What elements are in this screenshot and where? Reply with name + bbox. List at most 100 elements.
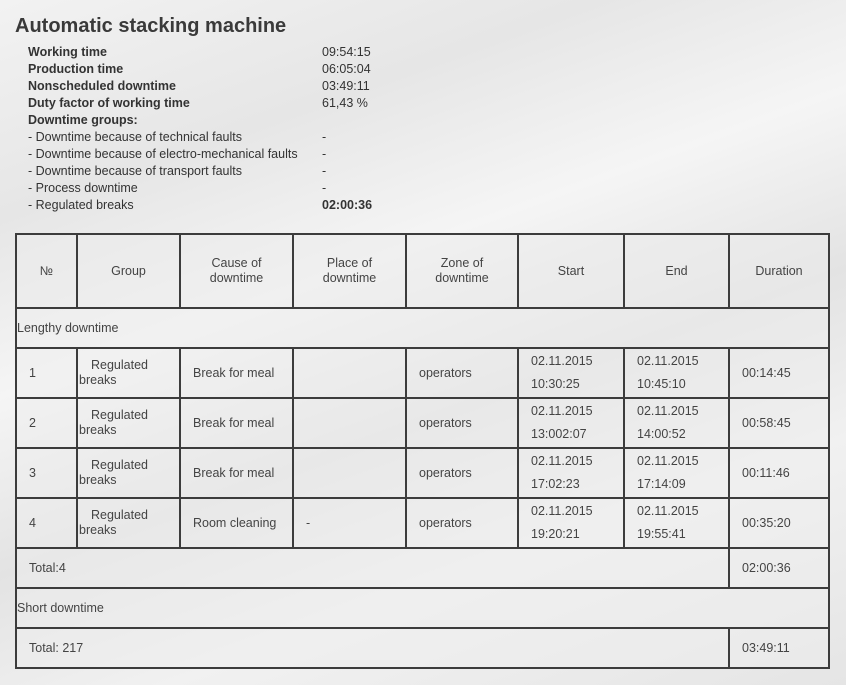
- end-date: 02.11.2015: [637, 504, 699, 518]
- table-header-row: № Group Cause of downtime Place of downt…: [15, 233, 830, 309]
- header-duration: Duration: [728, 233, 830, 309]
- header-number: №: [15, 233, 78, 309]
- start-date: 02.11.2015: [531, 404, 593, 418]
- start-time: 19:20:21: [531, 527, 580, 541]
- cell-place: [292, 347, 407, 399]
- group-line1: Regulated: [91, 358, 148, 372]
- group-value: -: [322, 130, 327, 144]
- header-end: End: [623, 233, 730, 309]
- header-zone-text: Zone of downtime: [435, 256, 489, 285]
- cell-cause: Break for meal: [179, 397, 294, 449]
- table-row: 2 Regulated breaks Break for meal operato…: [15, 397, 830, 449]
- group-value: -: [322, 181, 327, 195]
- cell-zone: operators: [405, 397, 519, 449]
- cell-zone: operators: [405, 447, 519, 499]
- header-place: Place of downtime: [292, 233, 407, 309]
- section-short-downtime: Short downtime: [15, 587, 830, 629]
- table-row: 1 Regulated breaks Break for meal operato…: [15, 347, 830, 399]
- group-label: - Regulated breaks: [28, 198, 134, 212]
- cell-group: Regulated breaks: [76, 347, 181, 399]
- cell-place: [292, 397, 407, 449]
- duty-factor-label: Duty factor of working time: [28, 96, 190, 110]
- lengthy-total-label: Total:4: [15, 547, 730, 589]
- downtime-table: № Group Cause of downtime Place of downt…: [15, 233, 830, 669]
- cell-group: Regulated breaks: [76, 447, 181, 499]
- group-line2: breaks: [79, 423, 117, 437]
- group-line1: Regulated: [91, 408, 148, 422]
- section-label: Short downtime: [15, 587, 830, 629]
- cell-duration: 00:11:46: [728, 447, 830, 499]
- short-total-row: Total: 217 03:49:11: [15, 627, 830, 669]
- table-row: 4 Regulated breaks Room cleaning - operat…: [15, 497, 830, 549]
- section-label: Lengthy downtime: [15, 307, 830, 349]
- group-line1: Regulated: [91, 508, 148, 522]
- cell-end: 02.11.2015 17:14:09: [623, 447, 730, 499]
- table-row: 3 Regulated breaks Break for meal operato…: [15, 447, 830, 499]
- cell-group: Regulated breaks: [76, 397, 181, 449]
- cell-number: 2: [15, 397, 78, 449]
- end-time: 10:45:10: [637, 377, 686, 391]
- group-line2: breaks: [79, 473, 117, 487]
- header-zone: Zone of downtime: [405, 233, 519, 309]
- section-lengthy-downtime: Lengthy downtime: [15, 307, 830, 349]
- header-start: Start: [517, 233, 625, 309]
- end-time: 14:00:52: [637, 427, 686, 441]
- cell-zone: operators: [405, 347, 519, 399]
- group-value: -: [322, 164, 327, 178]
- short-total-value: 03:49:11: [728, 627, 830, 669]
- header-place-text: Place of downtime: [322, 256, 377, 285]
- cell-duration: 00:14:45: [728, 347, 830, 399]
- header-cause: Cause of downtime: [179, 233, 294, 309]
- cell-cause: Room cleaning: [179, 497, 294, 549]
- group-value: 02:00:36: [322, 198, 373, 212]
- start-date: 02.11.2015: [531, 354, 593, 368]
- end-date: 02.11.2015: [637, 454, 699, 468]
- lengthy-total-value: 02:00:36: [728, 547, 830, 589]
- cell-start: 02.11.2015 17:02:23: [517, 447, 625, 499]
- working-time-value: 09:54:15: [322, 45, 371, 59]
- cell-duration: 00:35:20: [728, 497, 830, 549]
- cell-number: 4: [15, 497, 78, 549]
- cell-end: 02.11.2015 19:55:41: [623, 497, 730, 549]
- nonscheduled-value: 03:49:11: [322, 79, 370, 93]
- end-time: 17:14:09: [637, 477, 686, 491]
- short-total-label: Total: 217: [15, 627, 730, 669]
- start-time: 17:02:23: [531, 477, 580, 491]
- start-time: 13:002:07: [531, 427, 587, 441]
- start-date: 02.11.2015: [531, 454, 593, 468]
- cell-group: Regulated breaks: [76, 497, 181, 549]
- nonscheduled-label: Nonscheduled downtime: [28, 79, 176, 93]
- start-date: 02.11.2015: [531, 504, 593, 518]
- downtime-groups-label: Downtime groups:: [28, 113, 138, 127]
- group-label: - Downtime because of electro-mechanical…: [28, 147, 298, 161]
- end-date: 02.11.2015: [637, 404, 699, 418]
- cell-zone: operators: [405, 497, 519, 549]
- end-date: 02.11.2015: [637, 354, 699, 368]
- cell-start: 02.11.2015 19:20:21: [517, 497, 625, 549]
- group-line1: Regulated: [91, 458, 148, 472]
- header-group: Group: [76, 233, 181, 309]
- cell-start: 02.11.2015 13:002:07: [517, 397, 625, 449]
- end-time: 19:55:41: [637, 527, 686, 541]
- production-time-label: Production time: [28, 62, 124, 76]
- page-title: Automatic stacking machine: [15, 15, 287, 37]
- group-label: - Downtime because of technical faults: [28, 130, 242, 144]
- group-value: -: [322, 147, 327, 161]
- cell-place: [292, 447, 407, 499]
- group-label: - Process downtime: [28, 181, 138, 195]
- group-line2: breaks: [79, 373, 117, 387]
- cell-number: 3: [15, 447, 78, 499]
- cell-number: 1: [15, 347, 78, 399]
- cell-start: 02.11.2015 10:30:25: [517, 347, 625, 399]
- group-label: - Downtime because of transport faults: [28, 164, 242, 178]
- duty-factor-value: 61,43 %: [322, 96, 368, 110]
- production-time-value: 06:05:04: [322, 62, 371, 76]
- cell-end: 02.11.2015 10:45:10: [623, 347, 730, 399]
- start-time: 10:30:25: [531, 377, 580, 391]
- cell-cause: Break for meal: [179, 447, 294, 499]
- cell-place: -: [292, 497, 407, 549]
- cell-end: 02.11.2015 14:00:52: [623, 397, 730, 449]
- header-cause-text: Cause of downtime: [209, 256, 264, 285]
- cell-duration: 00:58:45: [728, 397, 830, 449]
- group-line2: breaks: [79, 523, 117, 537]
